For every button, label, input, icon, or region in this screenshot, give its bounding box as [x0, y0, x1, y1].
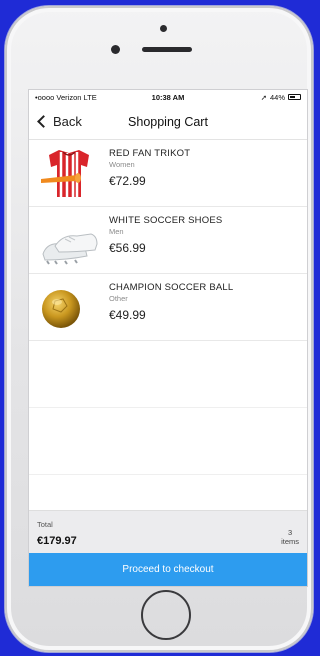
item-count: 3 items	[281, 528, 299, 548]
item-name: WHITE SOCCER SHOES	[109, 215, 223, 226]
back-label: Back	[53, 114, 82, 129]
item-count-unit: items	[281, 537, 299, 547]
item-category: Men	[109, 227, 124, 236]
item-details: CHAMPION SOCCER BALL Other €49.99	[109, 282, 233, 322]
red-jersey-icon	[37, 145, 101, 201]
app-screen: •oooo Verizon LTE 10:38 AM ➚ 44% Back Sh…	[28, 89, 308, 587]
battery-icon	[288, 94, 301, 100]
empty-row	[29, 341, 307, 408]
earpiece-speaker	[142, 47, 192, 52]
navigation-bar: Back Shopping Cart	[29, 104, 307, 140]
front-camera	[111, 45, 120, 54]
cart-item-red-fan-trikot[interactable]: RED FAN TRIKOT Women €72.99	[29, 140, 307, 207]
item-price: €72.99	[109, 174, 146, 188]
item-price: €56.99	[109, 241, 146, 255]
soccer-shoes-icon	[37, 212, 101, 268]
camera-dot	[160, 25, 167, 32]
soccer-ball-icon	[37, 279, 101, 335]
home-button[interactable]	[141, 590, 191, 640]
status-bar: •oooo Verizon LTE 10:38 AM ➚ 44%	[29, 90, 307, 104]
total-label: Total	[37, 520, 53, 529]
total-value: €179.97	[37, 535, 77, 547]
back-button[interactable]: Back	[29, 114, 82, 129]
checkout-button[interactable]: Proceed to checkout	[29, 553, 307, 586]
phone-frame: •oooo Verizon LTE 10:38 AM ➚ 44% Back Sh…	[5, 6, 313, 652]
item-details: WHITE SOCCER SHOES Men €56.99	[109, 215, 222, 255]
total-block: Total €179.97	[37, 520, 77, 547]
item-count-number: 3	[287, 527, 293, 537]
empty-row	[29, 408, 307, 475]
item-name: CHAMPION SOCCER BALL	[109, 282, 234, 293]
chevron-left-icon	[37, 115, 50, 128]
cart-footer: Total €179.97 3 items Proceed to checkou…	[29, 510, 307, 586]
item-category: Women	[109, 160, 135, 169]
item-details: RED FAN TRIKOT Women €72.99	[109, 148, 190, 188]
cart-list: RED FAN TRIKOT Women €72.99 WHITE SOCCER…	[29, 140, 307, 475]
cart-item-champion-soccer-ball[interactable]: CHAMPION SOCCER BALL Other €49.99	[29, 274, 307, 341]
item-name: RED FAN TRIKOT	[109, 148, 191, 159]
total-bar: Total €179.97 3 items	[29, 510, 307, 553]
item-category: Other	[109, 294, 128, 303]
status-time: 10:38 AM	[151, 92, 185, 102]
item-price: €49.99	[109, 308, 146, 322]
cart-item-white-soccer-shoes[interactable]: WHITE SOCCER SHOES Men €56.99	[29, 207, 307, 274]
